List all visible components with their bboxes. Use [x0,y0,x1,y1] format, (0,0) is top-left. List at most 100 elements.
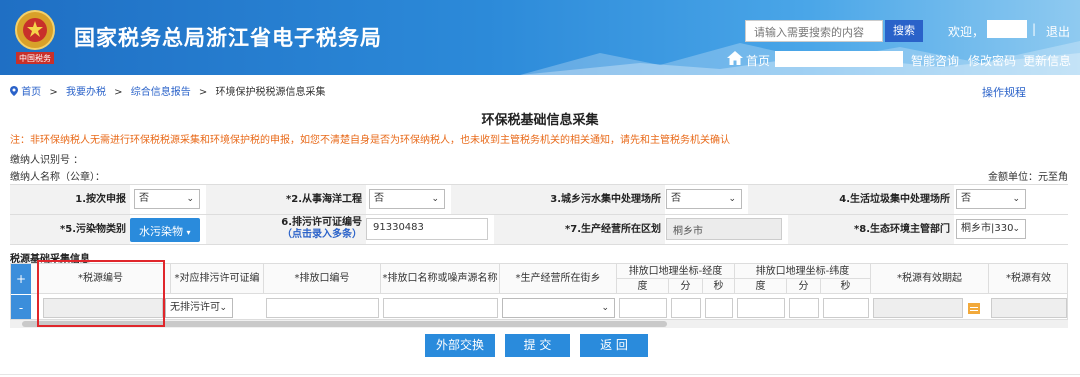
eco-authority-label: *8.生态环境主管部门 [788,215,954,244]
col-longitude: 排放口地理坐标-经度 [617,264,735,279]
col-lng-degree: 度 [617,279,669,294]
form-row-1: 1.按次申报 否 ⌄ *2.从事海洋工程 否 ⌄ 3.城乡污水集中处理场所 否 ⌄ 4… [10,185,1068,215]
taxpayer-id-label: 缴纳人识别号 ： [10,155,84,166]
breadcrumb-sep: > [198,87,208,98]
permit-multi-entry-link[interactable]: （点击录入多条） [206,229,362,241]
marine-engineering-label: *2.从事海洋工程 [206,185,366,214]
per-filing-select[interactable]: 否 ⌄ [134,189,200,209]
calendar-icon[interactable] [968,302,980,314]
logout-link[interactable]: 退出 [1046,23,1070,40]
garbage-plant-label: 4.生活垃圾集中处理场所 [748,185,954,214]
lat-minute-input[interactable] [789,298,819,318]
eco-authority-value: 桐乡市|330 [961,223,1014,234]
breadcrumb: 首页 > 我要办税 > 综合信息报告 > 环境保护税税源信息采集 [10,83,325,98]
breadcrumb-tax[interactable]: 我要办税 [66,87,106,98]
update-info-link[interactable]: 更新信息 [1023,52,1071,69]
pollutant-type-dropdown[interactable]: 水污染物 ▾ [130,218,200,242]
search-input[interactable]: 请输入需要搜索的内容 [745,20,883,42]
eco-authority-select[interactable]: 桐乡市|330 ⌄ [956,219,1026,239]
change-password-link[interactable]: 修改密码 [968,52,1016,69]
pollutant-type-label: *5.污染物类别 [10,215,130,244]
smart-consult-link[interactable]: 智能咨询 [911,52,959,69]
permit-number-input[interactable]: 91330483 [366,218,488,240]
chevron-down-icon: ⌄ [431,194,439,204]
col-outlet-number: *排放口编号 [264,264,381,294]
garbage-plant-select[interactable]: 否 ⌄ [956,189,1026,209]
pollutant-type-value: 水污染物 [139,225,183,238]
page-title: 环保税基础信息采集 [481,113,599,128]
chevron-down-icon: ⌄ [186,194,194,204]
valid-to-input[interactable] [991,298,1067,318]
per-filing-label: 1.按次申报 [10,185,130,214]
col-lat-degree: 度 [735,279,787,294]
operation-guide-link[interactable]: 操作规程 [982,84,1026,100]
location-pin-icon [10,86,18,96]
chevron-down-icon: ⌄ [1012,194,1020,204]
breadcrumb-current: 环境保护税税源信息采集 [215,87,326,98]
nav-redacted [775,51,903,67]
site-title: 国家税务总局浙江省电子税务局 [74,26,382,50]
tax-emblem-logo: 中国税务 [15,10,55,64]
lng-degree-input[interactable] [619,298,667,318]
svg-text:中国税务: 中国税务 [19,53,51,63]
col-permit-number: *对应排污许可证编号 [171,264,264,314]
chevron-down-icon: ⌄ [1012,224,1020,234]
col-latitude: 排放口地理坐标-纬度 [735,264,871,279]
caret-down-icon: ▾ [186,228,191,237]
horizontal-scrollbar[interactable] [10,319,1068,328]
lat-degree-input[interactable] [737,298,785,318]
lat-second-input[interactable] [823,298,869,318]
search-button[interactable]: 搜索 [885,20,923,42]
add-row-button[interactable]: + [11,264,31,294]
marine-engineering-value: 否 [374,193,384,204]
lng-minute-input[interactable] [671,298,701,318]
sewage-plant-label: 3.城乡污水集中处理场所 [451,185,665,214]
breadcrumb-sep: > [114,87,123,98]
col-lng-second: 秒 [703,279,735,294]
site-header: 中国税务 国家税务总局浙江省电子税务局 请输入需要搜索的内容 搜索 欢迎， | … [0,0,1080,75]
district-label: *7.生产经营所在区划 [494,215,665,244]
submit-button[interactable]: 提 交 [505,334,570,357]
home-icon [727,51,743,65]
district-input: 桐乡市 [666,218,782,240]
home-link[interactable]: 首页 [746,52,770,69]
remove-row-button[interactable]: - [11,295,31,321]
basic-info-form: 1.按次申报 否 ⌄ *2.从事海洋工程 否 ⌄ 3.城乡污水集中处理场所 否 ⌄ 4… [10,184,1068,245]
amount-unit: 金额单位：元至角 [988,172,1068,183]
form-row-2: *5.污染物类别 水污染物 ▾ 6.排污许可证编号 （点击录入多条） 91330… [10,215,1068,245]
notice-text: 注：非环保纳税人无需进行环保税税源采集和环境保护税的申报，如您不清楚自身是否为环… [10,135,730,146]
col-lng-minute: 分 [669,279,703,294]
col-street-town: *生产经营所在街乡 [500,264,617,294]
sewage-plant-select[interactable]: 否 ⌄ [666,189,742,209]
permit-number-title: 6.排污许可证编号 [281,217,362,228]
chevron-down-icon: ⌄ [601,303,609,313]
footer-divider [0,374,1080,375]
header-divider: | [1032,22,1037,36]
back-button[interactable]: 返 回 [580,334,648,357]
garbage-plant-value: 否 [961,193,971,204]
breadcrumb-report[interactable]: 综合信息报告 [131,87,191,98]
per-filing-value: 否 [139,193,149,204]
breadcrumb-home[interactable]: 首页 [21,87,41,98]
street-town-select[interactable]: ⌄ [502,298,615,318]
lng-second-input[interactable] [705,298,733,318]
marine-engineering-select[interactable]: 否 ⌄ [369,189,445,209]
valid-from-input[interactable] [873,298,963,318]
col-valid-from: *税源有效期起 [871,264,989,294]
welcome-text: 欢迎， [948,25,985,39]
row-permit-value: 无排污许可 [170,302,220,313]
outlet-number-input[interactable] [266,298,379,318]
col-valid-to: *税源有效 [989,264,1067,294]
chevron-down-icon: ⌄ [728,194,736,204]
breadcrumb-sep: > [49,87,58,98]
col-lat-minute: 分 [787,279,821,294]
outlet-name-input[interactable] [383,298,498,318]
chevron-down-icon: ⌄ [219,303,227,313]
external-exchange-button[interactable]: 外部交换 [425,334,495,357]
permit-number-label: 6.排污许可证编号 （点击录入多条） [206,215,366,244]
sewage-plant-value: 否 [671,193,681,204]
row-permit-select[interactable]: 无排污许可 ⌄ [165,298,233,318]
col-lat-second: 秒 [821,279,871,294]
taxpayer-name-label: 缴纳人名称（公章）： [10,172,105,183]
username-redacted [987,20,1027,38]
